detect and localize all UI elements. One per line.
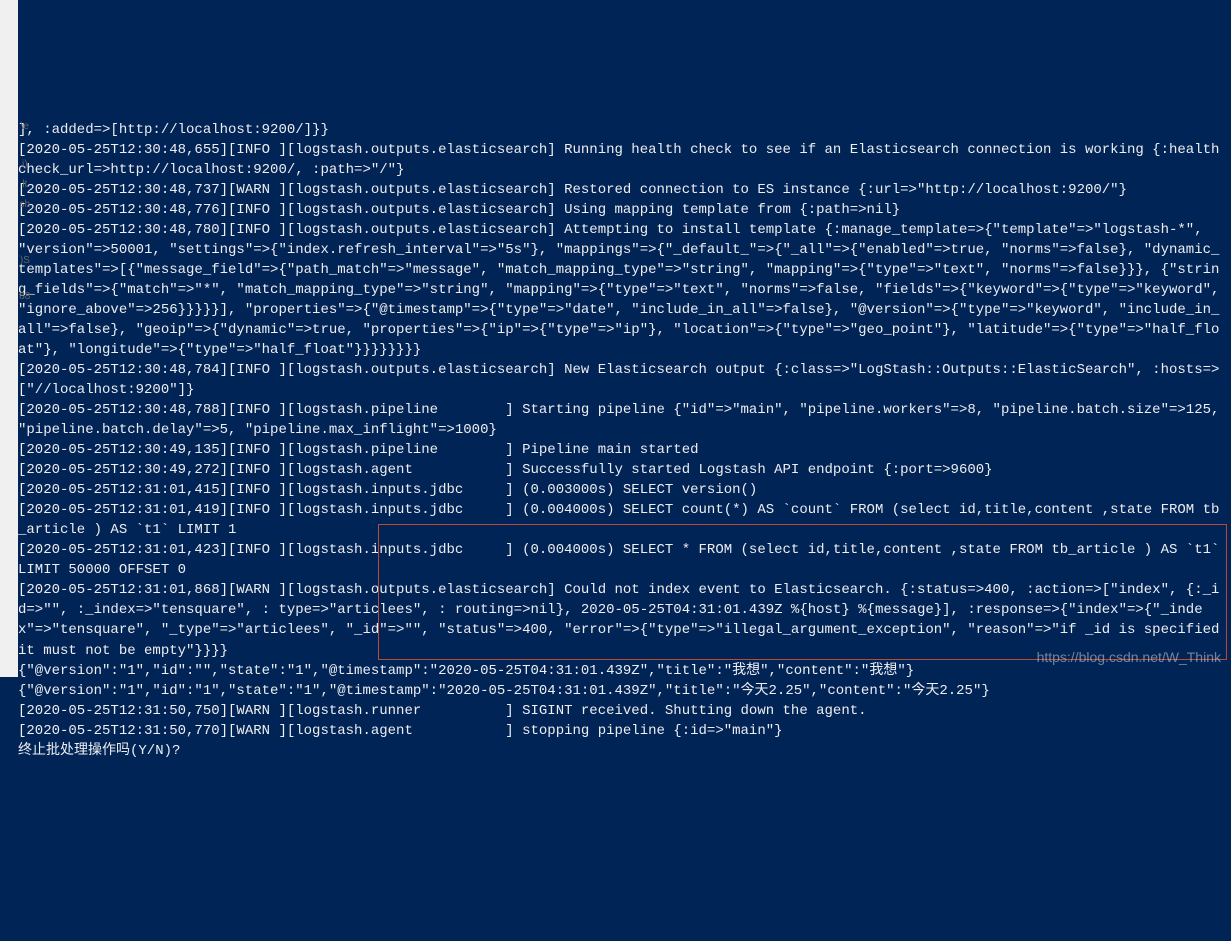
- gutter-item: \e: [17, 120, 33, 134]
- log-line: [2020-05-25T12:31:01,423][INFO ][logstas…: [18, 542, 1231, 578]
- gutter-item: )S: [17, 254, 33, 268]
- gutter-item: sh: [17, 198, 33, 212]
- log-line: [2020-05-25T12:30:48,776][INFO ][logstas…: [18, 202, 900, 218]
- log-line: [2020-05-25T12:31:01,415][INFO ][logstas…: [18, 482, 757, 498]
- editor-gutter: \e i) lt sh )S 88: [0, 0, 18, 677]
- log-line: [2020-05-25T12:31:01,419][INFO ][logstas…: [18, 502, 1219, 538]
- log-line: [2020-05-25T12:30:48,788][INFO ][logstas…: [18, 402, 1228, 438]
- log-line: {"@version":"1","id":"1","state":"1","@t…: [18, 683, 990, 699]
- log-line: [2020-05-25T12:31:50,770][WARN ][logstas…: [18, 723, 783, 739]
- gutter-item: i): [17, 158, 33, 172]
- log-line: ], :added=>[http://localhost:9200/]}}: [18, 122, 329, 138]
- log-line: [2020-05-25T12:30:49,135][INFO ][logstas…: [18, 442, 699, 458]
- terminal-output[interactable]: ], :added=>[http://localhost:9200/]}} [2…: [18, 120, 1227, 761]
- log-line: [2020-05-25T12:30:48,780][INFO ][logstas…: [18, 222, 1228, 358]
- gutter-item: lt: [17, 178, 33, 192]
- log-line: [2020-05-25T12:30:48,737][WARN ][logstas…: [18, 182, 1127, 198]
- log-line: {"@version":"1","id":"","state":"1","@ti…: [18, 663, 914, 679]
- log-line: [2020-05-25T12:30:49,272][INFO ][logstas…: [18, 462, 993, 478]
- log-line: [2020-05-25T12:30:48,784][INFO ][logstas…: [18, 362, 1219, 398]
- log-line: [2020-05-25T12:30:48,655][INFO ][logstas…: [18, 142, 1219, 178]
- log-line: [2020-05-25T12:31:50,750][WARN ][logstas…: [18, 703, 867, 719]
- prompt-line[interactable]: 终止批处理操作吗(Y/N)?: [18, 743, 189, 759]
- log-line: [2020-05-25T12:31:01,868][WARN ][logstas…: [18, 582, 1228, 658]
- gutter-item: 88: [17, 290, 33, 304]
